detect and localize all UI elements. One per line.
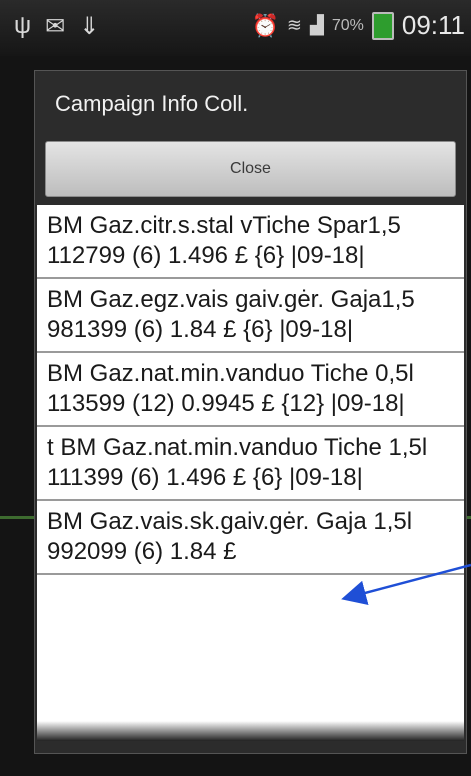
download-icon: ⇓ [79,13,100,40]
list-item[interactable]: t BM Gaz.nat.min.vanduo Tiche 1,5l 11139… [37,427,464,501]
list-item[interactable]: BM Gaz.nat.min.vanduo Tiche 0,5l 113599 … [37,353,464,427]
list-fade [37,721,464,741]
dialog-title: Campaign Info Coll. [55,91,249,116]
status-bar: ψ ✉ ⇓ ⏰ ≋ ▟ 70% 09:11 [0,0,471,56]
wifi-icon: ≋ [286,15,302,35]
list-item[interactable]: BM Gaz.egz.vais gaiv.gėr. Gaja1,5 981399… [37,279,464,353]
system-icons: ⏰ ≋ ▟ 70% 09:11 [251,10,465,41]
notification-icons: ψ ✉ ⇓ [14,12,99,41]
battery-icon [371,11,394,40]
campaign-item-list[interactable]: BM Gaz.citr.s.stal vTiche Spar1,5 112799… [37,205,464,741]
signal-icon: ▟ [309,15,324,35]
battery-percent: 70% [331,16,364,34]
usb-icon: ψ [14,12,32,39]
campaign-info-dialog: Campaign Info Coll. Close BM Gaz.citr.s.… [34,70,467,754]
mail-icon: ✉ [45,13,66,40]
close-button[interactable]: Close [45,141,456,197]
list-item[interactable]: BM Gaz.vais.sk.gaiv.gėr. Gaja 1,5l 99209… [37,501,464,575]
list-item[interactable]: BM Gaz.citr.s.stal vTiche Spar1,5 112799… [37,205,464,279]
alarm-icon: ⏰ [251,12,279,38]
clock: 09:11 [401,10,465,40]
